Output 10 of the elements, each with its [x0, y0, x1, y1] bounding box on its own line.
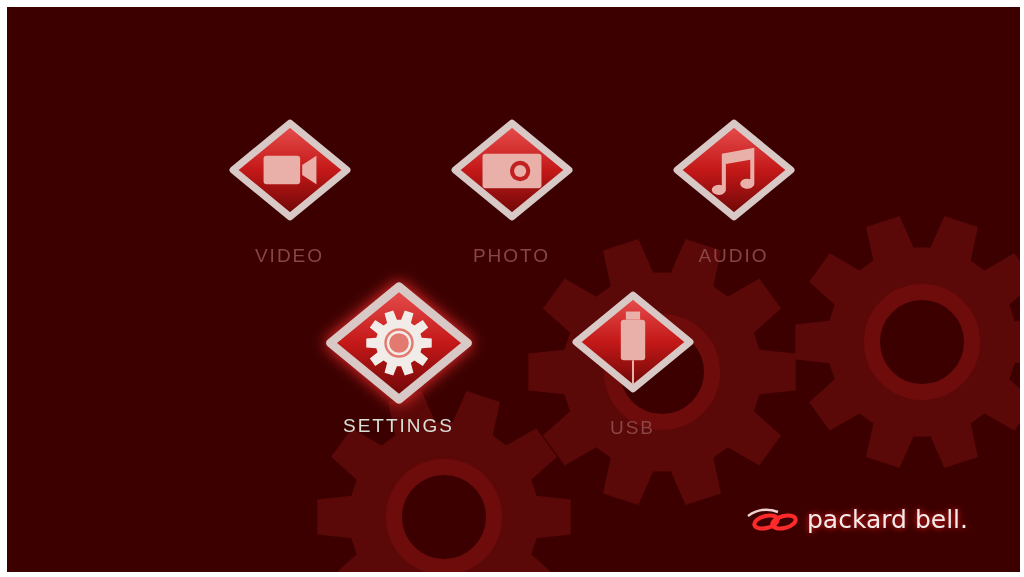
menu-tile[interactable]: VIDEO — [207, 117, 372, 267]
logo-text: packard bell. — [806, 504, 968, 534]
video-camera-icon — [226, 117, 353, 223]
music-note-icon — [670, 117, 797, 223]
menu-tile[interactable]: AUDIO — [651, 117, 816, 267]
menu-tile[interactable]: SETTINGS — [316, 279, 481, 439]
camera-icon — [448, 117, 575, 223]
menu-tile[interactable]: PHOTO — [429, 117, 594, 267]
usb-stick-icon — [569, 289, 696, 395]
menu-tile[interactable]: USB — [550, 289, 715, 439]
